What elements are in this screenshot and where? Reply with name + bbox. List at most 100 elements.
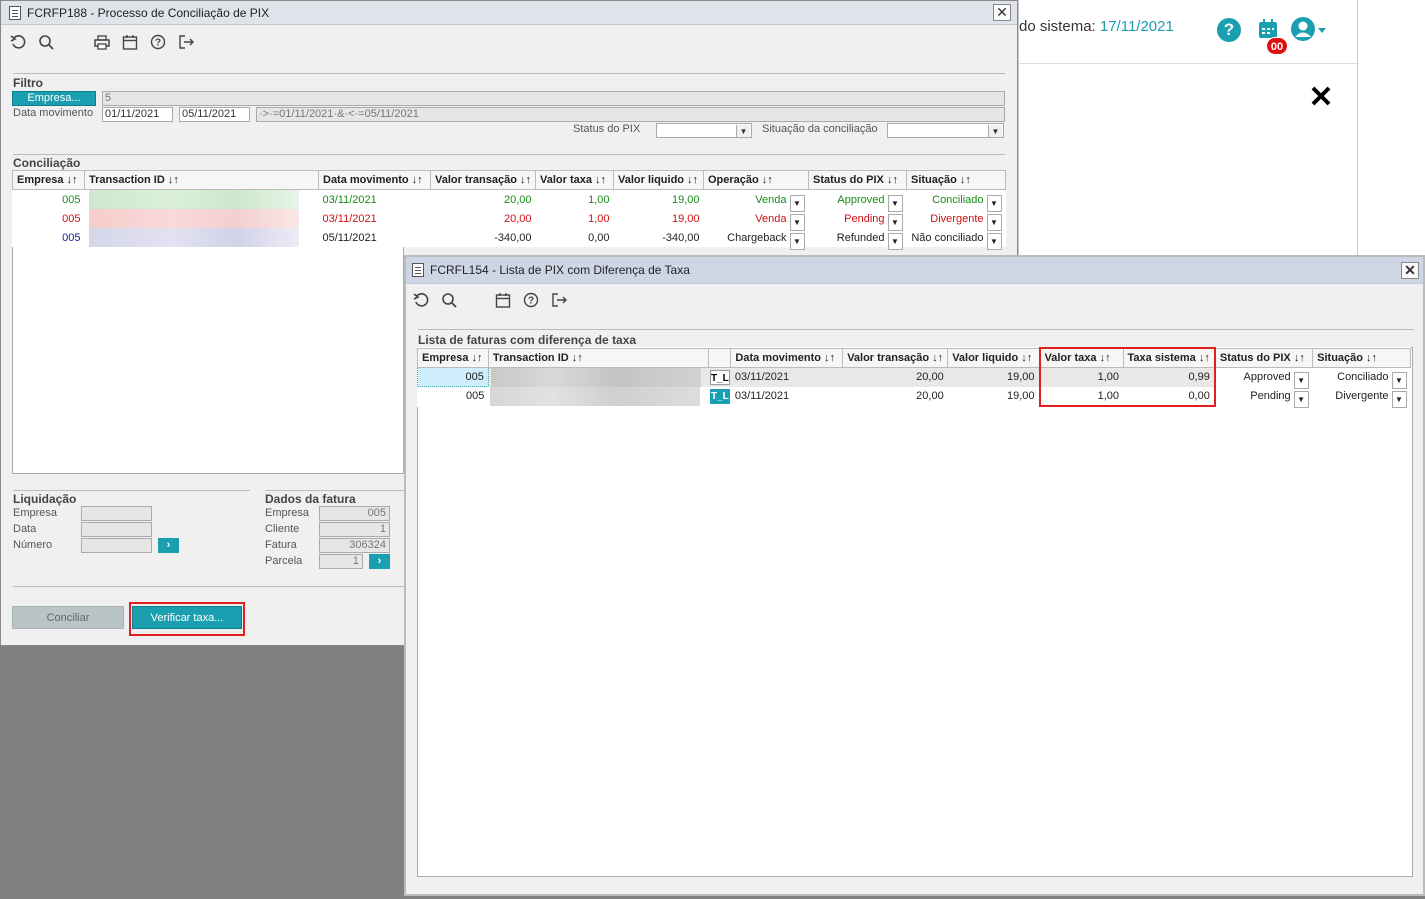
col-status-pix[interactable]: Status do PIX ↓↑	[808, 170, 907, 190]
divider	[13, 154, 1005, 155]
cell-liquido: 19,00	[1007, 390, 1035, 402]
help-icon[interactable]: ?	[520, 289, 542, 311]
cell-data: 05/11/2021	[322, 231, 377, 244]
table-row[interactable]: 005 03/11/2021 20,00 1,00 19,00 Venda ▼ A…	[13, 190, 1006, 212]
redacted-transaction-id	[490, 367, 701, 387]
col-data-movimento[interactable]: Data movimento ↓↑	[730, 347, 844, 368]
tl-button[interactable]: T_L	[709, 369, 730, 385]
chevron-down-icon[interactable]: ▼	[986, 194, 1002, 212]
col-data-movimento[interactable]: Data movimento ↓↑	[318, 170, 431, 190]
col-taxa-sistema[interactable]: Taxa sistema ↓↑	[1122, 347, 1216, 368]
operacao-select[interactable]: Venda ▼	[708, 194, 805, 212]
col-transaction-id[interactable]: Transaction ID ↓↑	[84, 170, 319, 190]
chevron-down-icon[interactable]: ▼	[789, 194, 805, 212]
date-to-input[interactable]: 05/11/2021	[179, 107, 250, 122]
status-select[interactable]: Approved ▼	[813, 194, 903, 212]
system-date: 17/11/2021	[1099, 18, 1174, 35]
toolbar: ?	[406, 284, 1423, 316]
chevron-down-icon[interactable]: ▼	[789, 213, 805, 231]
cell-empresa: 005	[62, 193, 81, 206]
chevron-down-icon[interactable]: ▼	[986, 213, 1002, 231]
col-operacao[interactable]: Operação ↓↑	[703, 170, 809, 190]
user-avatar-icon[interactable]	[1291, 17, 1315, 41]
table-row[interactable]: 005 03/11/2021 20,00 1,00 19,00 Venda ▼ P…	[13, 209, 1006, 231]
liq-navigate-button[interactable]: ›	[158, 538, 179, 553]
verificar-taxa-button[interactable]: Verificar taxa...	[132, 606, 242, 629]
situacao-select[interactable]: Conciliado ▼	[911, 194, 1002, 212]
close-window-button[interactable]: ✕	[993, 4, 1011, 21]
close-icon[interactable]	[1310, 85, 1332, 107]
situacao-select[interactable]: Conciliado ▼	[1317, 371, 1407, 389]
col-status-pix[interactable]: Status do PIX ↓↑	[1214, 347, 1314, 368]
cell-data: 03/11/2021	[322, 193, 377, 206]
chevron-down-icon[interactable]: ▼	[736, 125, 750, 137]
help-icon[interactable]: ?	[1217, 18, 1241, 42]
cell-taxa: 1,00	[588, 193, 610, 206]
date-from-input[interactable]: 01/11/2021	[102, 107, 173, 122]
search-icon[interactable]	[35, 31, 57, 53]
col-empresa[interactable]: Empresa ↓↑	[417, 347, 489, 368]
refresh-icon[interactable]	[7, 31, 29, 53]
chevron-down-icon[interactable]: ▼	[1293, 372, 1309, 389]
col-situacao[interactable]: Situação ↓↑	[906, 170, 1006, 190]
col-valor-liquido[interactable]: Valor liquido ↓↑	[613, 170, 704, 190]
chevron-down-icon[interactable]: ▼	[1391, 391, 1407, 408]
calendar-icon[interactable]	[492, 289, 514, 311]
col-valor-taxa[interactable]: Valor taxa ↓↑	[535, 170, 614, 190]
status-select[interactable]: Refunded ▼	[813, 232, 903, 250]
conciliar-button[interactable]: Conciliar	[12, 606, 124, 629]
cell-taxa-sistema: 0,00	[1123, 386, 1216, 407]
divider	[418, 329, 1414, 330]
print-icon[interactable]	[91, 31, 113, 53]
situacao-select[interactable]: Divergente ▼	[911, 213, 1002, 231]
exit-icon[interactable]	[548, 289, 570, 311]
refresh-icon[interactable]	[410, 289, 432, 311]
status-select[interactable]: Approved ▼	[1220, 371, 1309, 389]
table-row[interactable]: 005 T_L 03/11/2021 20,00 19,00 1,00 0,99…	[417, 366, 1411, 389]
chevron-down-icon[interactable]: ▼	[887, 213, 903, 231]
cell-empresa: 005	[417, 366, 489, 387]
situacao-select[interactable]: Não conciliado ▼	[911, 232, 1002, 250]
situacao-select[interactable]: Divergente ▼	[1317, 390, 1407, 408]
fatura-empresa-label: Empresa	[265, 507, 310, 519]
chevron-down-icon[interactable]: ▼	[1391, 372, 1407, 389]
situacao-conciliacao-select[interactable]: ▼	[887, 123, 1004, 138]
col-valor-taxa[interactable]: Valor taxa ↓↑	[1038, 347, 1124, 368]
date-expression-field: ·>·=01/11/2021·&·<·=05/11/2021	[256, 107, 1005, 122]
fatura-numero-label: Fatura	[265, 539, 297, 551]
status-pix-select[interactable]: ▼	[656, 123, 752, 138]
liq-data-field	[81, 522, 152, 537]
operacao-select[interactable]: Venda ▼	[708, 213, 805, 231]
col-situacao[interactable]: Situação ↓↑	[1312, 347, 1411, 368]
status-select[interactable]: Pending ▼	[1220, 390, 1309, 408]
chevron-down-icon[interactable]: ▼	[1293, 391, 1309, 408]
chevron-down-icon[interactable]: ▼	[789, 232, 805, 250]
empresa-button[interactable]: Empresa...	[12, 91, 96, 106]
col-valor-transacao[interactable]: Valor transação ↓↑	[842, 347, 949, 368]
chevron-down-icon[interactable]: ▼	[988, 125, 1002, 137]
user-menu-chevron-icon[interactable]	[1318, 28, 1326, 33]
status-select[interactable]: Pending ▼	[813, 213, 903, 231]
conciliacao-table: Empresa ↓↑ Transaction ID ↓↑ Data movime…	[12, 170, 1006, 250]
table-row[interactable]: 005 T_L 03/11/2021 20,00 19,00 1,00 0,00…	[418, 386, 1411, 408]
close-window-button[interactable]: ✕	[1401, 262, 1419, 279]
col-empresa[interactable]: Empresa ↓↑	[12, 170, 85, 190]
grid-background	[417, 347, 1413, 877]
calendar-icon[interactable]	[119, 31, 141, 53]
chevron-down-icon[interactable]: ▼	[887, 194, 903, 212]
table-row[interactable]: 005 05/11/2021 -340,00 0,00 -340,00 Char…	[13, 228, 1006, 250]
chevron-down-icon[interactable]: ▼	[887, 232, 903, 250]
col-valor-transacao[interactable]: Valor transação ↓↑	[430, 170, 536, 190]
chevron-down-icon[interactable]: ▼	[986, 232, 1002, 250]
search-icon[interactable]	[438, 289, 460, 311]
col-transaction-id[interactable]: Transaction ID ↓↑	[487, 347, 710, 368]
operacao-select[interactable]: Chargeback ▼	[708, 232, 805, 250]
help-icon[interactable]: ?	[147, 31, 169, 53]
window-title: FCRFP188 - Processo de Conciliação de PI…	[27, 5, 270, 20]
exit-icon[interactable]	[175, 31, 197, 53]
cell-liquido: 19,00	[671, 193, 700, 206]
background-app: do sistema: 17/11/2021 ? 00	[1018, 0, 1425, 256]
col-valor-liquido[interactable]: Valor liquido ↓↑	[947, 347, 1041, 368]
fatura-navigate-button[interactable]: ›	[369, 554, 390, 569]
tl-button[interactable]: T_L	[709, 388, 730, 404]
